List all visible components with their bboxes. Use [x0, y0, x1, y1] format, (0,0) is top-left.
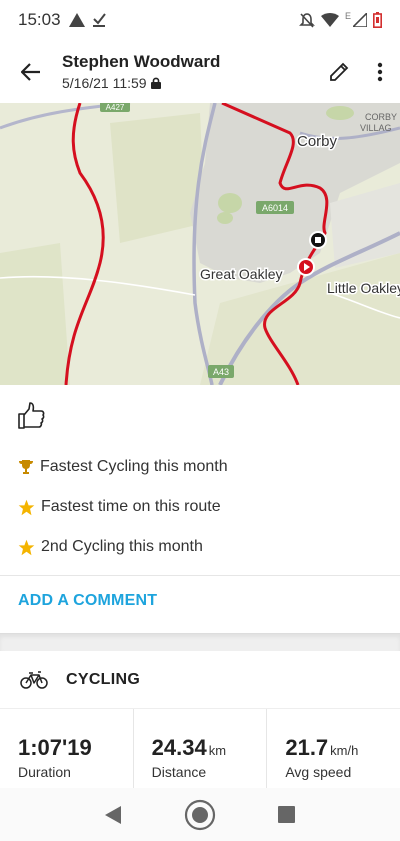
- workout-date-text: 5/16/21 11:59: [62, 75, 147, 91]
- page-title: Stephen Woodward: [62, 52, 221, 71]
- stat-avg-speed: 21.7 km/h Avg speed: [267, 709, 400, 797]
- status-time: 15:03: [18, 10, 61, 29]
- road-label-a6014: A6014: [256, 201, 294, 214]
- workout-stats: 1:07'19 Duration 24.34 km Distance 21.7 km…: [0, 709, 400, 797]
- stat-unit: km/h: [330, 743, 359, 758]
- svg-text:A43: A43: [213, 367, 229, 377]
- star-icon: [18, 499, 35, 515]
- stat-value: 1:07'19: [18, 735, 92, 760]
- stat-distance: 24.34 km Distance: [134, 709, 268, 797]
- route-end-marker: [309, 231, 327, 249]
- warning-triangle-icon: [68, 13, 85, 27]
- stat-value: 21.7: [285, 735, 329, 760]
- thumbs-up-icon[interactable]: [16, 401, 46, 431]
- route-map-drawing: A427 A6014 A43 Corby CORBY VILLAG Great …: [0, 103, 400, 385]
- app-bar: Stephen Woodward 5/16/21 11:59: [0, 40, 400, 103]
- nav-recents-button[interactable]: [267, 795, 307, 835]
- pencil-icon: [330, 62, 349, 81]
- nav-recents-icon: [278, 806, 296, 823]
- place-corby: Corby: [297, 133, 338, 150]
- edit-button[interactable]: [318, 40, 360, 103]
- stat-caption: Duration: [18, 764, 71, 780]
- stat-caption: Distance: [151, 764, 207, 780]
- signal-label: E: [344, 11, 351, 21]
- arrow-back-icon: [21, 62, 40, 81]
- nav-home-button[interactable]: [180, 795, 220, 835]
- star-icon: [18, 539, 35, 555]
- place-corby-village-1: CORBY: [365, 112, 397, 122]
- battery-low-icon: [373, 12, 382, 28]
- achievement-item: 2nd Cycling this month: [0, 527, 400, 567]
- stat-duration: 1:07'19 Duration: [0, 709, 134, 797]
- place-little-oakley: Little Oakley: [327, 280, 400, 296]
- achievement-text: Fastest Cycling this month: [40, 458, 228, 475]
- route-map[interactable]: A427 A6014 A43 Corby CORBY VILLAG Great …: [0, 103, 400, 385]
- achievement-text: 2nd Cycling this month: [41, 538, 203, 555]
- cell-signal-icon: [353, 13, 367, 27]
- stat-unit: km: [208, 743, 227, 758]
- road-label-a43: A43: [208, 365, 234, 378]
- trophy-icon: [19, 460, 33, 474]
- like-row: [0, 385, 400, 447]
- title-block: Stephen Woodward 5/16/21 11:59: [62, 52, 318, 91]
- nav-back-button[interactable]: [93, 795, 133, 835]
- back-button[interactable]: [0, 40, 62, 103]
- nav-home-icon: [184, 799, 216, 830]
- sport-label: CYCLING: [66, 670, 141, 688]
- notifications-off-icon: [299, 13, 315, 28]
- svg-text:A427: A427: [106, 103, 125, 112]
- add-comment-button[interactable]: ADD A COMMENT: [0, 575, 400, 625]
- activity-feed: Fastest Cycling this month Fastest time …: [0, 385, 400, 797]
- sport-header: CYCLING: [0, 651, 400, 709]
- nav-back-icon: [105, 805, 122, 824]
- more-options-button[interactable]: [360, 40, 400, 103]
- lock-icon: [150, 77, 161, 89]
- stat-caption: Avg speed: [285, 764, 352, 780]
- wifi-icon: [320, 13, 339, 27]
- route-start-marker: [297, 258, 315, 276]
- system-nav-bar: [0, 788, 400, 841]
- bicycle-icon: [20, 670, 48, 689]
- status-bar: 15:03 E: [0, 0, 400, 40]
- road-label-a427: A427: [100, 103, 130, 112]
- download-done-icon: [92, 13, 106, 27]
- achievement-text: Fastest time on this route: [41, 498, 221, 515]
- place-great-oakley: Great Oakley: [200, 266, 282, 282]
- section-divider: [0, 633, 400, 651]
- achievement-item: Fastest Cycling this month: [0, 447, 400, 487]
- achievement-item: Fastest time on this route: [0, 487, 400, 527]
- workout-date: 5/16/21 11:59: [62, 75, 318, 91]
- stat-value: 24.34: [151, 735, 207, 760]
- place-corby-village-2: VILLAG: [360, 123, 392, 133]
- svg-text:A6014: A6014: [262, 203, 288, 213]
- more-vert-icon: [377, 62, 383, 81]
